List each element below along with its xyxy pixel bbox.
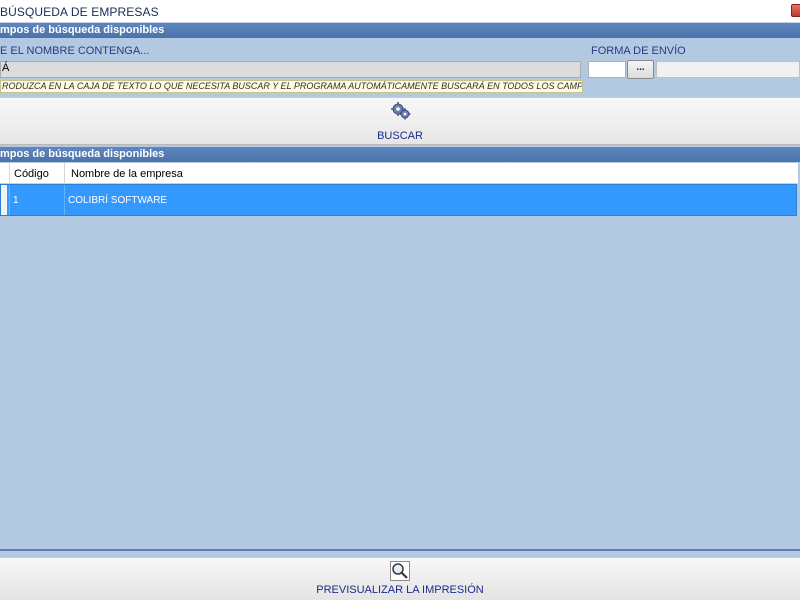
cell-code: 1 xyxy=(13,195,19,206)
column-header-code[interactable]: Código xyxy=(14,168,49,180)
cell-company-name: COLIBRÍ SOFTWARE xyxy=(68,195,168,206)
table-row[interactable]: 1 COLIBRÍ SOFTWARE xyxy=(0,184,797,216)
row-indicator xyxy=(1,185,7,215)
column-header-company-name[interactable]: Nombre de la empresa xyxy=(71,168,183,180)
print-preview-label: PREVISUALIZAR LA IMPRESIÓN xyxy=(316,584,484,596)
print-preview-button[interactable]: PREVISUALIZAR LA IMPRESIÓN xyxy=(0,557,800,600)
search-button[interactable]: BUSCAR xyxy=(0,97,800,145)
gears-search-icon xyxy=(391,102,411,120)
shipping-method-name-field xyxy=(656,61,800,78)
close-button[interactable] xyxy=(791,4,800,17)
shipping-method-lookup-button[interactable]: ... xyxy=(627,60,654,79)
name-search-input[interactable]: Á xyxy=(0,61,581,78)
title-bar: BÚSQUEDA DE EMPRESAS xyxy=(0,0,800,23)
results-grid[interactable]: Código Nombre de la empresa 1 COLIBRÍ SO… xyxy=(0,163,800,551)
search-hint: RODUZCA EN LA CAJA DE TEXTO LO QUE NECES… xyxy=(0,80,583,93)
shipping-method-code-input[interactable] xyxy=(588,61,626,78)
name-filter-label: E EL NOMBRE CONTENGA... xyxy=(0,45,150,57)
search-button-label: BUSCAR xyxy=(377,130,423,142)
results-section-header: mpos de búsqueda disponibles xyxy=(0,147,800,162)
window-title: BÚSQUEDA DE EMPRESAS xyxy=(0,5,159,19)
filters-section-header: mpos de búsqueda disponibles xyxy=(0,23,800,38)
magnifier-icon xyxy=(390,561,410,581)
grid-header: Código Nombre de la empresa xyxy=(0,163,798,184)
shipping-method-label: FORMA DE ENVÍO xyxy=(591,45,686,57)
